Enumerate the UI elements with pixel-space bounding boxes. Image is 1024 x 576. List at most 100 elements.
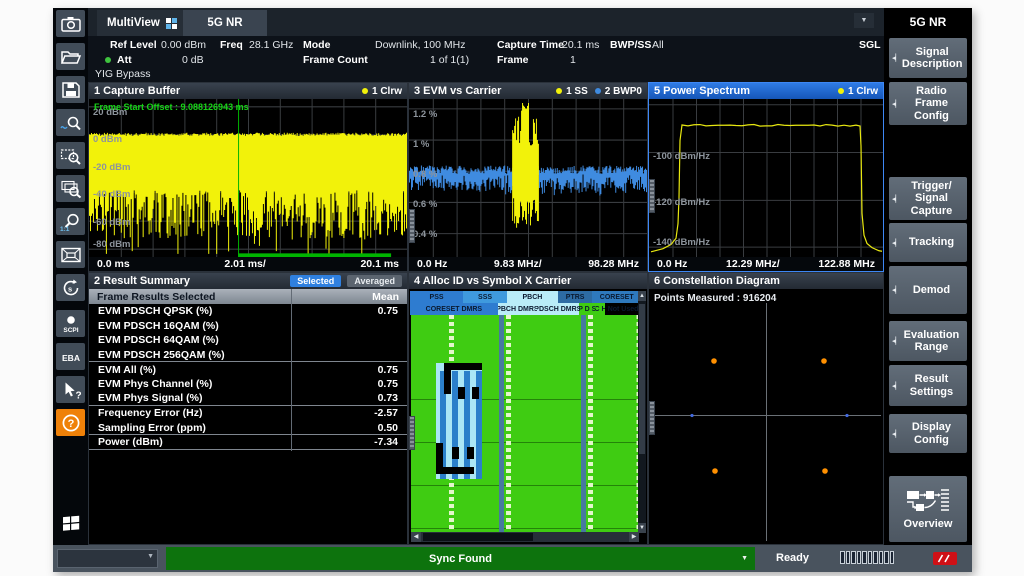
evm-carrier-header[interactable]: 3 EVM vs Carrier 1 SS 2 BWP0	[409, 83, 647, 99]
window-grip[interactable]	[649, 401, 655, 435]
capture-buffer-plot[interactable]: Frame Start Offset : 9.088126943 ms 20 d…	[89, 99, 407, 257]
restart-sweep-icon[interactable]: s	[56, 274, 85, 301]
table-row[interactable]: EVM PDSCH 64QAM (%)	[89, 333, 407, 348]
display-frame-icon[interactable]	[56, 241, 85, 268]
softkey-label: Result Settings	[902, 373, 961, 398]
scroll-left-icon[interactable]: ◀	[411, 532, 421, 542]
zoom-signal-icon[interactable]	[56, 109, 85, 136]
table-row[interactable]: EVM Phys Channel (%)0.75	[89, 377, 407, 392]
table-row[interactable]: EVM All (%)0.75	[89, 362, 407, 377]
constellation-plot[interactable]	[649, 289, 883, 544]
power-spectrum-legend: 1 Clrw	[848, 86, 878, 97]
evm-carrier-title: 3 EVM vs Carrier	[414, 85, 501, 97]
softkey-tracking[interactable]: ◂▏Tracking	[889, 223, 967, 262]
power-spectrum-plot[interactable]: -100 dBm/Hz-120 dBm/Hz-140 dBm/Hz	[649, 99, 883, 257]
sgl-badge: SGL	[859, 39, 881, 51]
capture-buffer-xaxis: 0.0 ms 2.01 ms/ 20.1 ms	[89, 257, 407, 271]
table-row[interactable]: EVM PDSCH 256QAM (%)	[89, 348, 407, 363]
row-value: 0.50	[378, 422, 407, 434]
zoom-1to1-icon[interactable]: 1:1	[56, 208, 85, 235]
table-column-divider	[291, 289, 292, 451]
y-tick-label: -40 dBm	[93, 189, 130, 200]
window-result-summary[interactable]: 2 Result Summary Selected Averaged Frame…	[88, 272, 408, 545]
measurement-info-bar[interactable]: Ref Level 0.00 dBm Freq 28.1 GHz Mode Do…	[88, 36, 884, 82]
scrollbar-thumb[interactable]	[639, 304, 645, 454]
power-spectrum-header[interactable]: 5 Power Spectrum 1 Clrw	[649, 83, 883, 99]
open-file-icon[interactable]	[56, 43, 85, 70]
table-row[interactable]: EVM PDSCH 16QAM (%)	[89, 319, 407, 334]
softkey-arrow-icon: ◂▏	[892, 286, 901, 294]
evm-carrier-plot[interactable]: 1.2 %1 %0.8 %0.6 %0.4 %	[409, 99, 647, 257]
softkey-trigger-[interactable]: ◂▏Trigger/ Signal Capture	[889, 177, 967, 220]
tab-averaged[interactable]: Averaged	[347, 275, 402, 287]
sync-status-bar[interactable]: Sync Found▼	[166, 547, 755, 570]
row-value: 0.75	[378, 305, 407, 317]
tabbar-dropdown[interactable]: ▼	[854, 13, 874, 28]
window-grip[interactable]	[409, 416, 415, 450]
scpi-recorder-icon[interactable]: SCPI	[56, 310, 85, 337]
alloc-map-plot[interactable]	[411, 315, 641, 533]
legend-ptrs: PTRS	[558, 291, 593, 303]
result-summary-header[interactable]: 2 Result Summary Selected Averaged	[89, 273, 407, 289]
window-evm-carrier[interactable]: 3 EVM vs Carrier 1 SS 2 BWP0 1.2 %1 %0.8…	[408, 82, 648, 272]
tab-multiview-label: MultiView	[107, 17, 160, 29]
alloc-id-header[interactable]: 4 Alloc ID vs Symbol X Carrier	[409, 273, 647, 289]
alloc-id-title: 4 Alloc ID vs Symbol X Carrier	[414, 275, 571, 287]
capture-buffer-header[interactable]: 1 Capture Buffer 1 Clrw	[89, 83, 407, 99]
bwp-value: All	[652, 39, 664, 51]
softkey-demod[interactable]: ◂▏Demod	[889, 266, 967, 314]
table-row[interactable]: EVM PDSCH QPSK (%)0.75	[89, 304, 407, 319]
window-constellation[interactable]: 6 Constellation Diagram Points Measured …	[648, 272, 884, 545]
scroll-right-icon[interactable]: ▶	[629, 532, 639, 542]
scroll-down-icon[interactable]: ▼	[638, 523, 646, 533]
table-row[interactable]: Frequency Error (Hz)-2.57	[89, 406, 407, 421]
alloc-vertical-scrollbar[interactable]: ▲▼	[638, 291, 646, 533]
trace1-dot	[838, 88, 844, 94]
constellation-header[interactable]: 6 Constellation Diagram	[649, 273, 883, 289]
legend-pss: PSS	[410, 291, 463, 303]
window-capture-buffer[interactable]: 1 Capture Buffer 1 Clrw Frame Start Offs…	[88, 82, 408, 272]
window-power-spectrum[interactable]: 5 Power Spectrum 1 Clrw -100 dBm/Hz-120 …	[648, 82, 884, 272]
status-dropdown[interactable]: ▼	[57, 549, 158, 568]
alloc-legend-row2: CORESET DMRSPBCH DMRSPDSCH DMRSP D SC HN…	[410, 303, 641, 315]
window-grip[interactable]	[649, 179, 655, 213]
legend-not-used: Not Used	[605, 303, 641, 315]
help-icon[interactable]: ?	[56, 409, 85, 436]
scrollbar-thumb[interactable]	[423, 533, 533, 541]
tab-5gnr[interactable]: 5G NR	[183, 10, 267, 36]
tab-multiview[interactable]: MultiView	[97, 10, 187, 36]
softkey-label: Display Config	[902, 421, 961, 446]
context-help-icon[interactable]: ?	[56, 376, 85, 403]
scroll-up-icon[interactable]: ▲	[638, 291, 646, 301]
tab-selected[interactable]: Selected	[290, 275, 341, 287]
softkey-label: Demod	[902, 284, 961, 296]
softkey-signal[interactable]: ◂▏Signal Description	[889, 38, 967, 78]
table-row[interactable]: EVM Phys Signal (%)0.73	[89, 392, 407, 407]
y-tick-label: 1 %	[413, 139, 429, 150]
screenshot-icon[interactable]	[56, 10, 85, 37]
y-tick-label: -100 dBm/Hz	[653, 151, 710, 162]
zoom-icon[interactable]	[56, 142, 85, 169]
bwp-label: BWP/SS	[610, 39, 651, 51]
x-tick: 122.88 MHz	[818, 258, 875, 270]
save-icon[interactable]	[56, 76, 85, 103]
mode-value: Downlink, 100 MHz	[375, 39, 465, 51]
softkey-display[interactable]: ◂▏Display Config	[889, 414, 967, 453]
softkey-radio[interactable]: ◂▏Radio Frame Config	[889, 82, 967, 125]
softkey-overview[interactable]: Overview	[889, 476, 967, 542]
constellation-title: 6 Constellation Diagram	[654, 275, 780, 287]
window-grip[interactable]	[409, 209, 415, 243]
softkey-evaluation[interactable]: ◂▏Evaluation Range	[889, 321, 967, 361]
row-label: EVM PDSCH 16QAM (%)	[89, 320, 219, 332]
table-row[interactable]: Sampling Error (ppm)0.50	[89, 421, 407, 436]
softkey-label: Trigger/ Signal Capture	[902, 180, 961, 217]
legend-pdsch-dmrs: PDSCH DMRS	[537, 303, 579, 315]
alloc-horizontal-scrollbar[interactable]: ◀▶	[411, 532, 639, 542]
eba-icon[interactable]: EBA	[56, 343, 85, 370]
window-alloc-id[interactable]: 4 Alloc ID vs Symbol X Carrier PSSSSSPBC…	[408, 272, 648, 545]
windows-start-icon[interactable]	[56, 508, 85, 535]
softkey-result[interactable]: ◂▏Result Settings	[889, 365, 967, 406]
multi-window-zoom-icon[interactable]	[56, 175, 85, 202]
table-row[interactable]: Power (dBm)-7.34	[89, 435, 407, 450]
tab-bar: MultiView 5G NR ▼	[88, 8, 884, 36]
